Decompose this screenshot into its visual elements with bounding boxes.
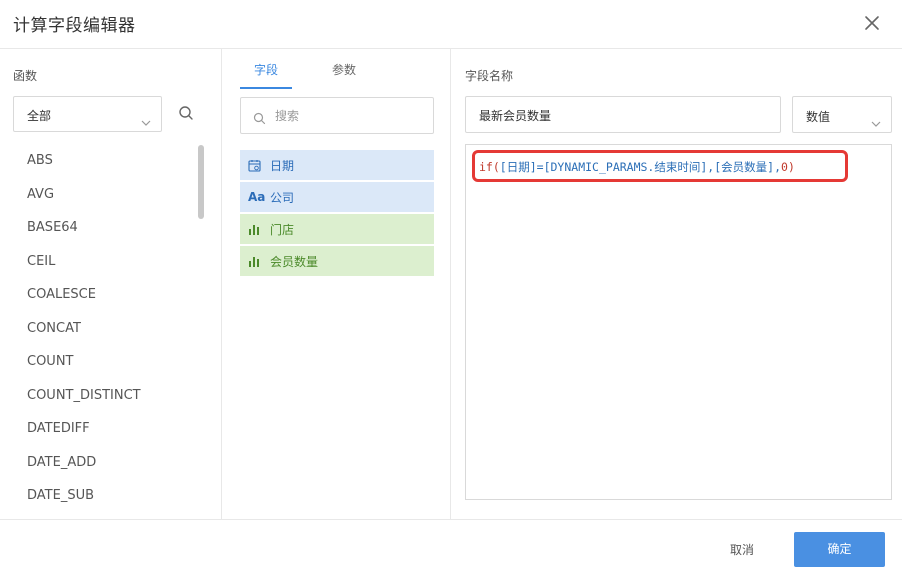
editor-panel: 字段名称 数值 if([日期]=[DYNAMIC_PARAMS.结束时间],[会… — [451, 49, 902, 519]
function-item[interactable]: AVG — [0, 178, 200, 212]
field-panel: 字段 参数 日期 Aa 公司 门店 会员数量 — [222, 49, 451, 519]
formula-param: [DYNAMIC_PARAMS.结束时间] — [543, 160, 708, 174]
function-item[interactable]: COUNT_DISTINCT — [0, 379, 200, 413]
field-search-box — [240, 97, 434, 134]
field-item-label: 会员数量 — [270, 254, 319, 269]
dialog-footer: 取消 确定 — [0, 519, 902, 574]
function-item[interactable]: DATEDIFF — [0, 412, 200, 446]
close-icon[interactable] — [862, 13, 882, 33]
active-tab-indicator — [240, 87, 292, 89]
formula-text: if([日期]=[DYNAMIC_PARAMS.结束时间],[会员数量],0) — [479, 159, 795, 175]
formula-operator: = — [536, 160, 544, 174]
function-item[interactable]: DATE_ADD — [0, 446, 200, 480]
function-section-label: 函数 — [13, 69, 38, 83]
field-search-input[interactable] — [275, 106, 425, 126]
function-item[interactable]: COUNT — [0, 345, 200, 379]
field-item-label: 公司 — [270, 190, 295, 205]
formula-value: 0 — [781, 160, 788, 174]
function-item[interactable]: BASE64 — [0, 211, 200, 245]
function-item[interactable]: CEIL — [0, 245, 200, 279]
field-name-label: 字段名称 — [465, 69, 514, 83]
dialog-header: 计算字段编辑器 — [0, 0, 902, 49]
field-name-box — [465, 96, 781, 133]
field-item-store[interactable]: 门店 — [240, 214, 434, 244]
formula-editor[interactable]: if([日期]=[DYNAMIC_PARAMS.结束时间],[会员数量],0) — [465, 144, 892, 500]
function-list-scrollbar[interactable] — [198, 145, 204, 219]
field-item-label: 日期 — [270, 158, 295, 173]
field-list: 日期 Aa 公司 门店 会员数量 — [240, 150, 434, 278]
tab-params[interactable]: 参数 — [332, 61, 356, 78]
chevron-down-icon — [141, 111, 151, 130]
data-type-select[interactable]: 数值 — [792, 96, 892, 133]
field-item-label: 门店 — [270, 222, 295, 237]
field-name-input[interactable] — [479, 106, 769, 124]
chevron-down-icon — [871, 112, 881, 131]
function-item[interactable]: CONCAT — [0, 312, 200, 346]
bar-chart-icon — [248, 223, 266, 235]
function-category-select[interactable]: 全部 — [13, 96, 162, 132]
function-item[interactable]: ABS — [0, 144, 200, 178]
formula-function: if( — [479, 160, 500, 174]
calendar-icon — [248, 159, 266, 172]
function-item[interactable]: COALESCE — [0, 278, 200, 312]
function-item[interactable]: DATE_SUB — [0, 479, 200, 513]
function-panel: 函数 全部 ABS AVG BASE64 CEIL COALESCE CONCAT COUN… — [0, 49, 222, 519]
formula-separator: , — [774, 160, 782, 174]
search-icon[interactable] — [178, 105, 194, 125]
cancel-button[interactable]: 取消 — [717, 534, 767, 566]
text-aa-icon: Aa — [248, 190, 266, 204]
bar-chart-icon — [248, 255, 266, 267]
dialog-title: 计算字段编辑器 — [13, 16, 136, 36]
function-category-value: 全部 — [27, 109, 52, 123]
field-item-member-count[interactable]: 会员数量 — [240, 246, 434, 276]
field-item-date[interactable]: 日期 — [240, 150, 434, 180]
function-list: ABS AVG BASE64 CEIL COALESCE CONCAT COUNT COUNT… — [0, 144, 200, 519]
search-icon — [253, 110, 266, 129]
formula-close: ) — [787, 160, 795, 174]
field-item-company[interactable]: Aa 公司 — [240, 182, 434, 212]
formula-field-member-count: [会员数量] — [714, 160, 775, 174]
tab-fields[interactable]: 字段 — [254, 61, 278, 78]
data-type-value: 数值 — [806, 110, 831, 124]
formula-field-date: [日期] — [499, 160, 537, 174]
confirm-button[interactable]: 确定 — [794, 532, 885, 567]
